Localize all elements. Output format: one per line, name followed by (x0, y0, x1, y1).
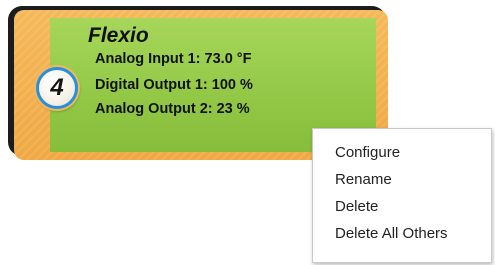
menu-item-configure[interactable]: Configure (313, 139, 491, 166)
device-name: Flexio (88, 24, 149, 47)
menu-item-delete[interactable]: Delete (313, 193, 491, 220)
menu-item-delete-all-others[interactable]: Delete All Others (313, 220, 491, 247)
device-number-badge: 4 (36, 67, 78, 109)
menu-item-rename[interactable]: Rename (313, 166, 491, 193)
canvas: Flexio Analog Input 1: 73.0 °F Digital O… (0, 0, 495, 265)
reading-digital-output-1: Digital Output 1: 100 % (95, 77, 253, 93)
reading-analog-output-2: Analog Output 2: 23 % (95, 101, 250, 117)
context-menu: Configure Rename Delete Delete All Other… (312, 128, 492, 263)
reading-analog-input-1: Analog Input 1: 73.0 °F (95, 51, 252, 67)
device-number: 4 (50, 74, 64, 101)
